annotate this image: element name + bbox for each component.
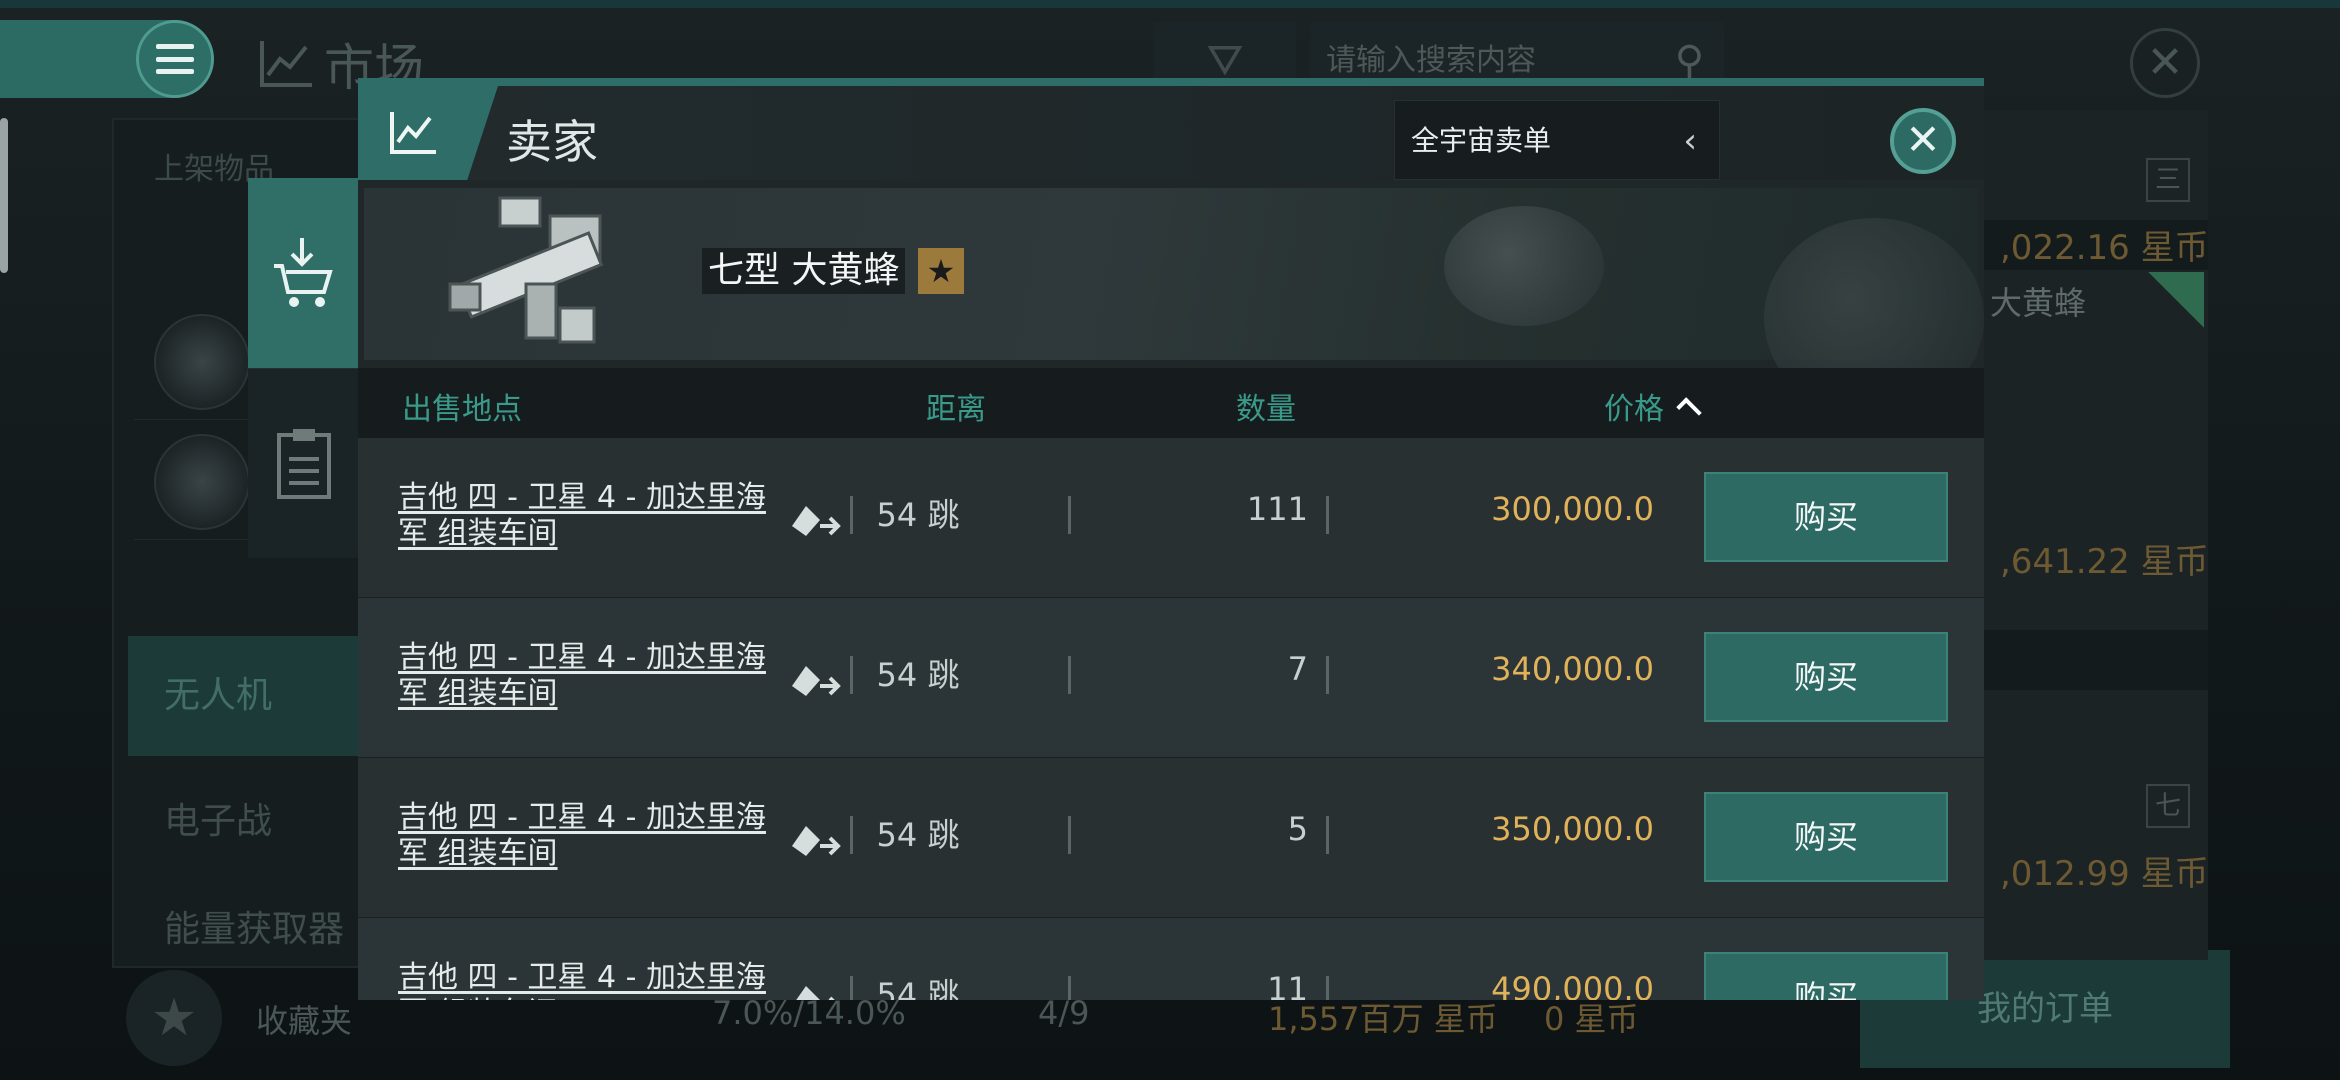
divider: [1326, 976, 1329, 1000]
divider: [1068, 976, 1071, 1000]
divider: [1068, 656, 1071, 694]
top-strip: [0, 0, 2340, 8]
table-row: 吉他 四 - 卫星 4 - 加达里海军 组装车间 54 跳 111 300,00…: [358, 438, 1984, 598]
clipboard-icon: [277, 428, 331, 499]
seller-dialog: 卖家 全宇宙卖单 ‹ ✕ 七型 大黄蜂 ★ 出售地点 距离 数量 价格 吉他 四…: [358, 78, 1984, 1000]
divider: [1326, 496, 1329, 534]
table-row: 吉他 四 - 卫星 4 - 加达里海军 组装车间 54 跳 5 350,000.…: [358, 758, 1984, 918]
divider: [1068, 816, 1071, 854]
category-energy[interactable]: 能量获取器: [128, 890, 368, 970]
buy-button[interactable]: 购买: [1704, 792, 1948, 882]
column-price-label: 价格: [1604, 392, 1664, 427]
buy-button[interactable]: 购买: [1704, 472, 1948, 562]
favorites-label[interactable]: 收藏夹: [256, 996, 352, 1042]
divider: [1068, 496, 1071, 534]
balance-stat: 1,557百万 星币: [1268, 1000, 1498, 1038]
sell-location[interactable]: 吉他 四 - 卫星 4 - 加达里海军 组装车间: [398, 800, 778, 872]
price-value: 300,000.0: [1491, 490, 1654, 528]
price-value: 490,000.0: [1491, 970, 1654, 1000]
quantity-value: 5: [1287, 810, 1308, 848]
cart-download-icon: [274, 238, 333, 307]
jump-distance: 54 跳: [876, 496, 960, 534]
dialog-header: 卖家 全宇宙卖单 ‹ ✕: [358, 86, 1984, 180]
chart-icon: [260, 41, 312, 87]
column-price[interactable]: 价格: [1604, 384, 1702, 428]
table-row: 吉他 四 - 卫星 4 - 加达里海军 组装车间 54 跳 7 340,000.…: [358, 598, 1984, 758]
buy-button[interactable]: 购买: [1704, 632, 1948, 722]
ship-image: [448, 196, 604, 344]
item-tag: 三: [2146, 158, 2190, 202]
item-price: ,012.99 星币: [2000, 854, 2209, 894]
item-price: ,022.16 星币: [2000, 228, 2209, 268]
market-close-icon[interactable]: ✕: [2130, 28, 2200, 98]
route-icon[interactable]: [786, 816, 842, 860]
jump-distance: 54 跳: [876, 816, 960, 854]
close-icon[interactable]: ✕: [1890, 108, 1956, 174]
item-thumbnail: [154, 314, 250, 410]
chevron-left-icon: ‹: [1683, 121, 1697, 161]
escrow-stat: 0 星币: [1544, 1000, 1639, 1038]
dialog-title: 卖家: [506, 115, 598, 169]
column-distance[interactable]: 距离: [926, 384, 986, 428]
menu-button[interactable]: [136, 20, 214, 98]
sell-location[interactable]: 吉他 四 - 卫星 4 - 加达里海军 组装车间: [398, 640, 778, 712]
divider: [1326, 656, 1329, 694]
scrollbar[interactable]: [0, 118, 8, 273]
item-name: 大黄蜂: [1990, 284, 2087, 322]
column-location[interactable]: 出售地点: [402, 384, 522, 428]
tab-orders[interactable]: [248, 368, 360, 558]
side-tabs: [248, 178, 360, 558]
header-chart-icon: [358, 86, 498, 180]
sell-location[interactable]: 吉他 四 - 卫星 4 - 加达里海军 组装车间: [398, 960, 778, 1000]
item-tag: 七: [2146, 784, 2190, 828]
quantity-value: 11: [1267, 970, 1308, 1000]
price-value: 350,000.0: [1491, 810, 1654, 848]
star-icon[interactable]: ★: [126, 970, 222, 1066]
star-icon[interactable]: ★: [918, 248, 964, 294]
sort-up-icon: [1676, 397, 1702, 423]
tab-buy[interactable]: [248, 178, 360, 368]
quantity-value: 111: [1246, 490, 1308, 528]
category-ewar[interactable]: 电子战: [128, 762, 368, 882]
category-drones[interactable]: 无人机: [128, 636, 368, 756]
divider: [1326, 816, 1329, 854]
item-name: 七型 大黄蜂: [702, 248, 906, 294]
price-value: 340,000.0: [1491, 650, 1654, 688]
route-icon[interactable]: [786, 496, 842, 540]
jump-distance: 54 跳: [876, 656, 960, 694]
buy-button[interactable]: 购买: [1704, 952, 1948, 1000]
planet-decoration: [1444, 206, 1604, 326]
quantity-value: 7: [1287, 650, 1308, 688]
corner-badge: [2148, 272, 2204, 328]
column-quantity[interactable]: 数量: [1236, 384, 1296, 428]
route-icon[interactable]: [786, 976, 842, 1000]
table-row: 吉他 四 - 卫星 4 - 加达里海军 组装车间 54 跳 11 490,000…: [358, 918, 1984, 1000]
item-thumbnail: [154, 434, 250, 530]
hamburger-icon: [156, 44, 194, 74]
dropdown-value: 全宇宙卖单: [1411, 124, 1552, 157]
table-header: 出售地点 距离 数量 价格: [358, 368, 1984, 438]
route-icon[interactable]: [786, 656, 842, 700]
sell-location[interactable]: 吉他 四 - 卫星 4 - 加达里海军 组装车间: [398, 480, 778, 552]
item-price: ,641.22 星币: [2000, 542, 2209, 582]
search-placeholder: 请输入搜索内容: [1326, 43, 1536, 78]
order-scope-dropdown[interactable]: 全宇宙卖单 ‹: [1394, 100, 1720, 180]
jump-distance: 54 跳: [876, 976, 960, 1000]
item-banner: 七型 大黄蜂 ★: [364, 188, 1984, 418]
